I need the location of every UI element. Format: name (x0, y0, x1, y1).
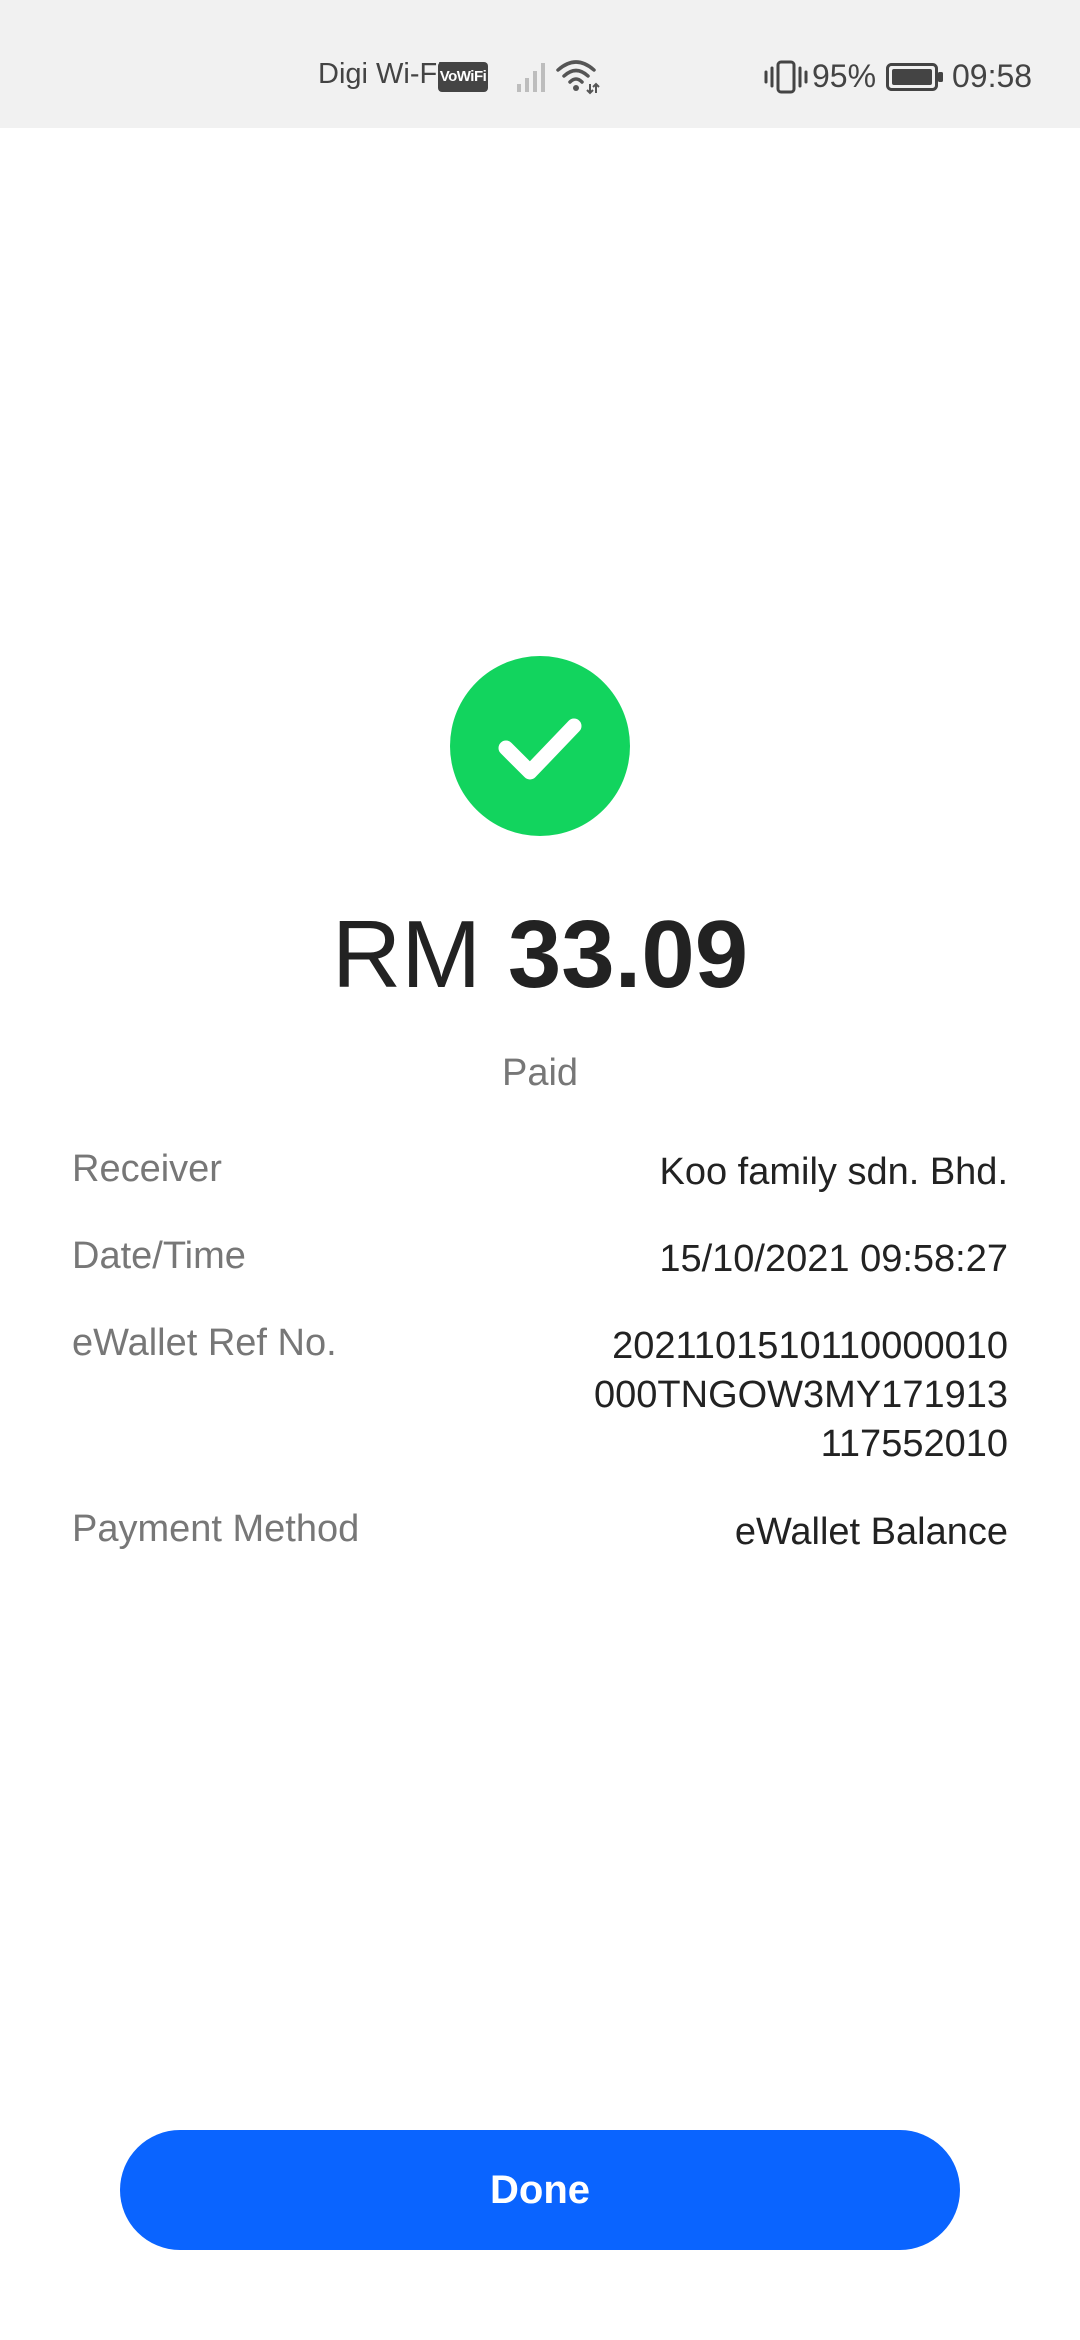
payment-amount: RM 33.09 (0, 900, 1080, 1010)
receiver-value: Koo family sdn. Bhd. (659, 1151, 1008, 1193)
signal-icon (515, 60, 551, 94)
wifi-icon (556, 58, 600, 96)
battery-icon (886, 63, 944, 91)
carrier-label: Digi Wi-Fi (318, 58, 444, 90)
payment-method-label: Payment Method (72, 1508, 360, 1550)
clock-time: 09:58 (952, 58, 1033, 94)
ref-no-value: 2021101510110000010 000TNGOW3MY171913 11… (594, 1325, 1008, 1465)
payment-method-value: eWallet Balance (734, 1511, 1008, 1553)
check-circle-icon (450, 656, 630, 836)
payment-status: Paid (501, 1052, 579, 1094)
ref-no-label: eWallet Ref No. (72, 1322, 337, 1364)
vibrate-icon (764, 58, 808, 96)
datetime-value: 15/10/2021 09:58:27 (659, 1238, 1008, 1280)
amount-value: 33.09 (507, 901, 749, 1008)
currency-label: RM (331, 901, 482, 1008)
done-button[interactable]: Done (120, 2130, 960, 2250)
battery-percent: 95% (812, 58, 877, 94)
status-bar: Digi Wi-Fi VoWiFi 95% 09:58 (0, 0, 1080, 128)
datetime-label: Date/Time (72, 1235, 246, 1277)
vowifi-icon: VoWiFi (438, 62, 488, 92)
receiver-label: Receiver (72, 1148, 222, 1190)
